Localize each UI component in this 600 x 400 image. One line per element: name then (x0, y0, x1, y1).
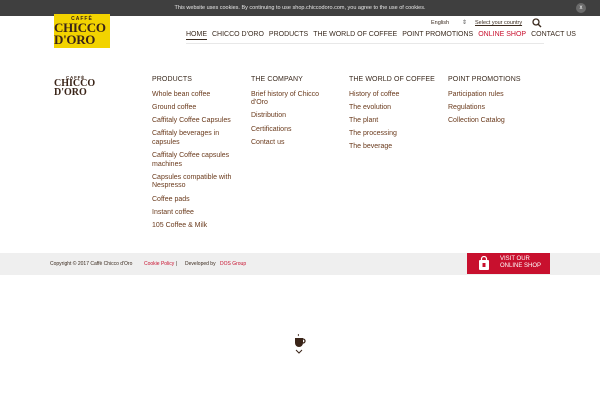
footer-link[interactable]: Distribution (251, 112, 331, 121)
cookie-close-button[interactable]: x (576, 3, 586, 13)
footer-link[interactable]: 105 Coffee & Milk (152, 222, 244, 231)
cookie-text: This website uses cookies. By continuing… (174, 5, 426, 11)
footer-link[interactable]: History of coffee (349, 91, 439, 100)
footer-link[interactable]: Capsules compatible with Nespresso (152, 174, 244, 191)
shop-button-text: VISIT OUR ONLINE SHOP (500, 256, 541, 270)
column-heading[interactable]: PRODUCTS (152, 76, 244, 85)
chevron-updown-icon: ⇕ (462, 20, 468, 26)
footer-link[interactable]: The beverage (349, 143, 439, 152)
visit-online-shop-button[interactable]: VISIT OUR ONLINE SHOP (467, 253, 550, 274)
nav-contact-us[interactable]: CONTACT US (531, 31, 576, 40)
footer-logo[interactable]: CAFFÈ CHICCO D'ORO (54, 75, 114, 103)
nav-chicco-doro[interactable]: CHICCO D'ORO (212, 31, 264, 40)
footer-separator: | (176, 261, 178, 267)
nav-products[interactable]: PRODUCTS (269, 31, 308, 40)
chicco-doro-logo[interactable]: CAFFÈ CHICCO D'ORO (54, 14, 110, 48)
footer-link[interactable]: The processing (349, 130, 439, 139)
search-icon[interactable] (532, 18, 542, 28)
shopping-bag-icon (479, 256, 489, 270)
main-nav: HOME CHICCO D'ORO PRODUCTS THE WORLD OF … (186, 31, 581, 40)
footer-link[interactable]: Caffitaly beverages in capsules (152, 130, 244, 147)
nav-divider (186, 43, 544, 44)
footer-link[interactable]: Certifications (251, 126, 331, 135)
developer-link[interactable]: DOS Group (220, 261, 246, 267)
column-heading[interactable]: THE COMPANY (251, 76, 331, 85)
coffee-cup-icon (295, 334, 306, 354)
footer-link[interactable]: Participation rules (448, 91, 548, 100)
footer-link[interactable]: Coffee pads (152, 196, 244, 205)
footer-link[interactable]: The plant (349, 117, 439, 126)
footer-link[interactable]: Whole bean coffee (152, 91, 244, 100)
column-heading[interactable]: POINT PROMOTIONS (448, 76, 548, 85)
footer-column-company: THE COMPANY Brief history of Chicco d'Or… (251, 76, 331, 152)
footer-column-point-promotions: POINT PROMOTIONS Participation rules Reg… (448, 76, 548, 130)
footer-link[interactable]: Caffitaly Coffee capsules machines (152, 152, 244, 169)
footer-logo-line2: D'ORO (54, 87, 87, 98)
footer-link[interactable]: Ground coffee (152, 104, 244, 113)
footer-link[interactable]: Caffitaly Coffee Capsules (152, 117, 244, 126)
footer-link[interactable]: Regulations (448, 104, 548, 113)
copyright-text: Copyright © 2017 Caffè Chicco d'Oro (50, 261, 133, 267)
footer-link[interactable]: Instant coffee (152, 209, 244, 218)
nav-world-of-coffee[interactable]: THE WORLD OF COFFEE (313, 31, 397, 40)
footer-link[interactable]: Contact us (251, 139, 331, 148)
select-country-link[interactable]: Select your country (475, 20, 522, 26)
shop-button-line1: VISIT OUR (500, 256, 530, 262)
footer-column-world-of-coffee: THE WORLD OF COFFEE History of coffee Th… (349, 76, 439, 157)
footer-link[interactable]: The evolution (349, 104, 439, 113)
logo-main-text: CHICCO D'ORO (54, 19, 106, 47)
footer-link[interactable]: Brief history of Chicco d'Oro (251, 91, 331, 108)
footer-link[interactable]: Collection Catalog (448, 117, 548, 126)
nav-home[interactable]: HOME (186, 31, 207, 40)
developed-by-text: Developed by (185, 261, 216, 267)
nav-point-promotions[interactable]: POINT PROMOTIONS (402, 31, 473, 40)
shop-button-line2: ONLINE SHOP (500, 263, 542, 269)
language-select[interactable]: English (431, 20, 449, 26)
cookie-policy-link[interactable]: Cookie Policy (144, 261, 174, 267)
footer-column-products: PRODUCTS Whole bean coffee Ground coffee… (152, 76, 244, 235)
nav-online-shop[interactable]: ONLINE SHOP (478, 31, 526, 40)
column-heading[interactable]: THE WORLD OF COFFEE (349, 76, 439, 85)
